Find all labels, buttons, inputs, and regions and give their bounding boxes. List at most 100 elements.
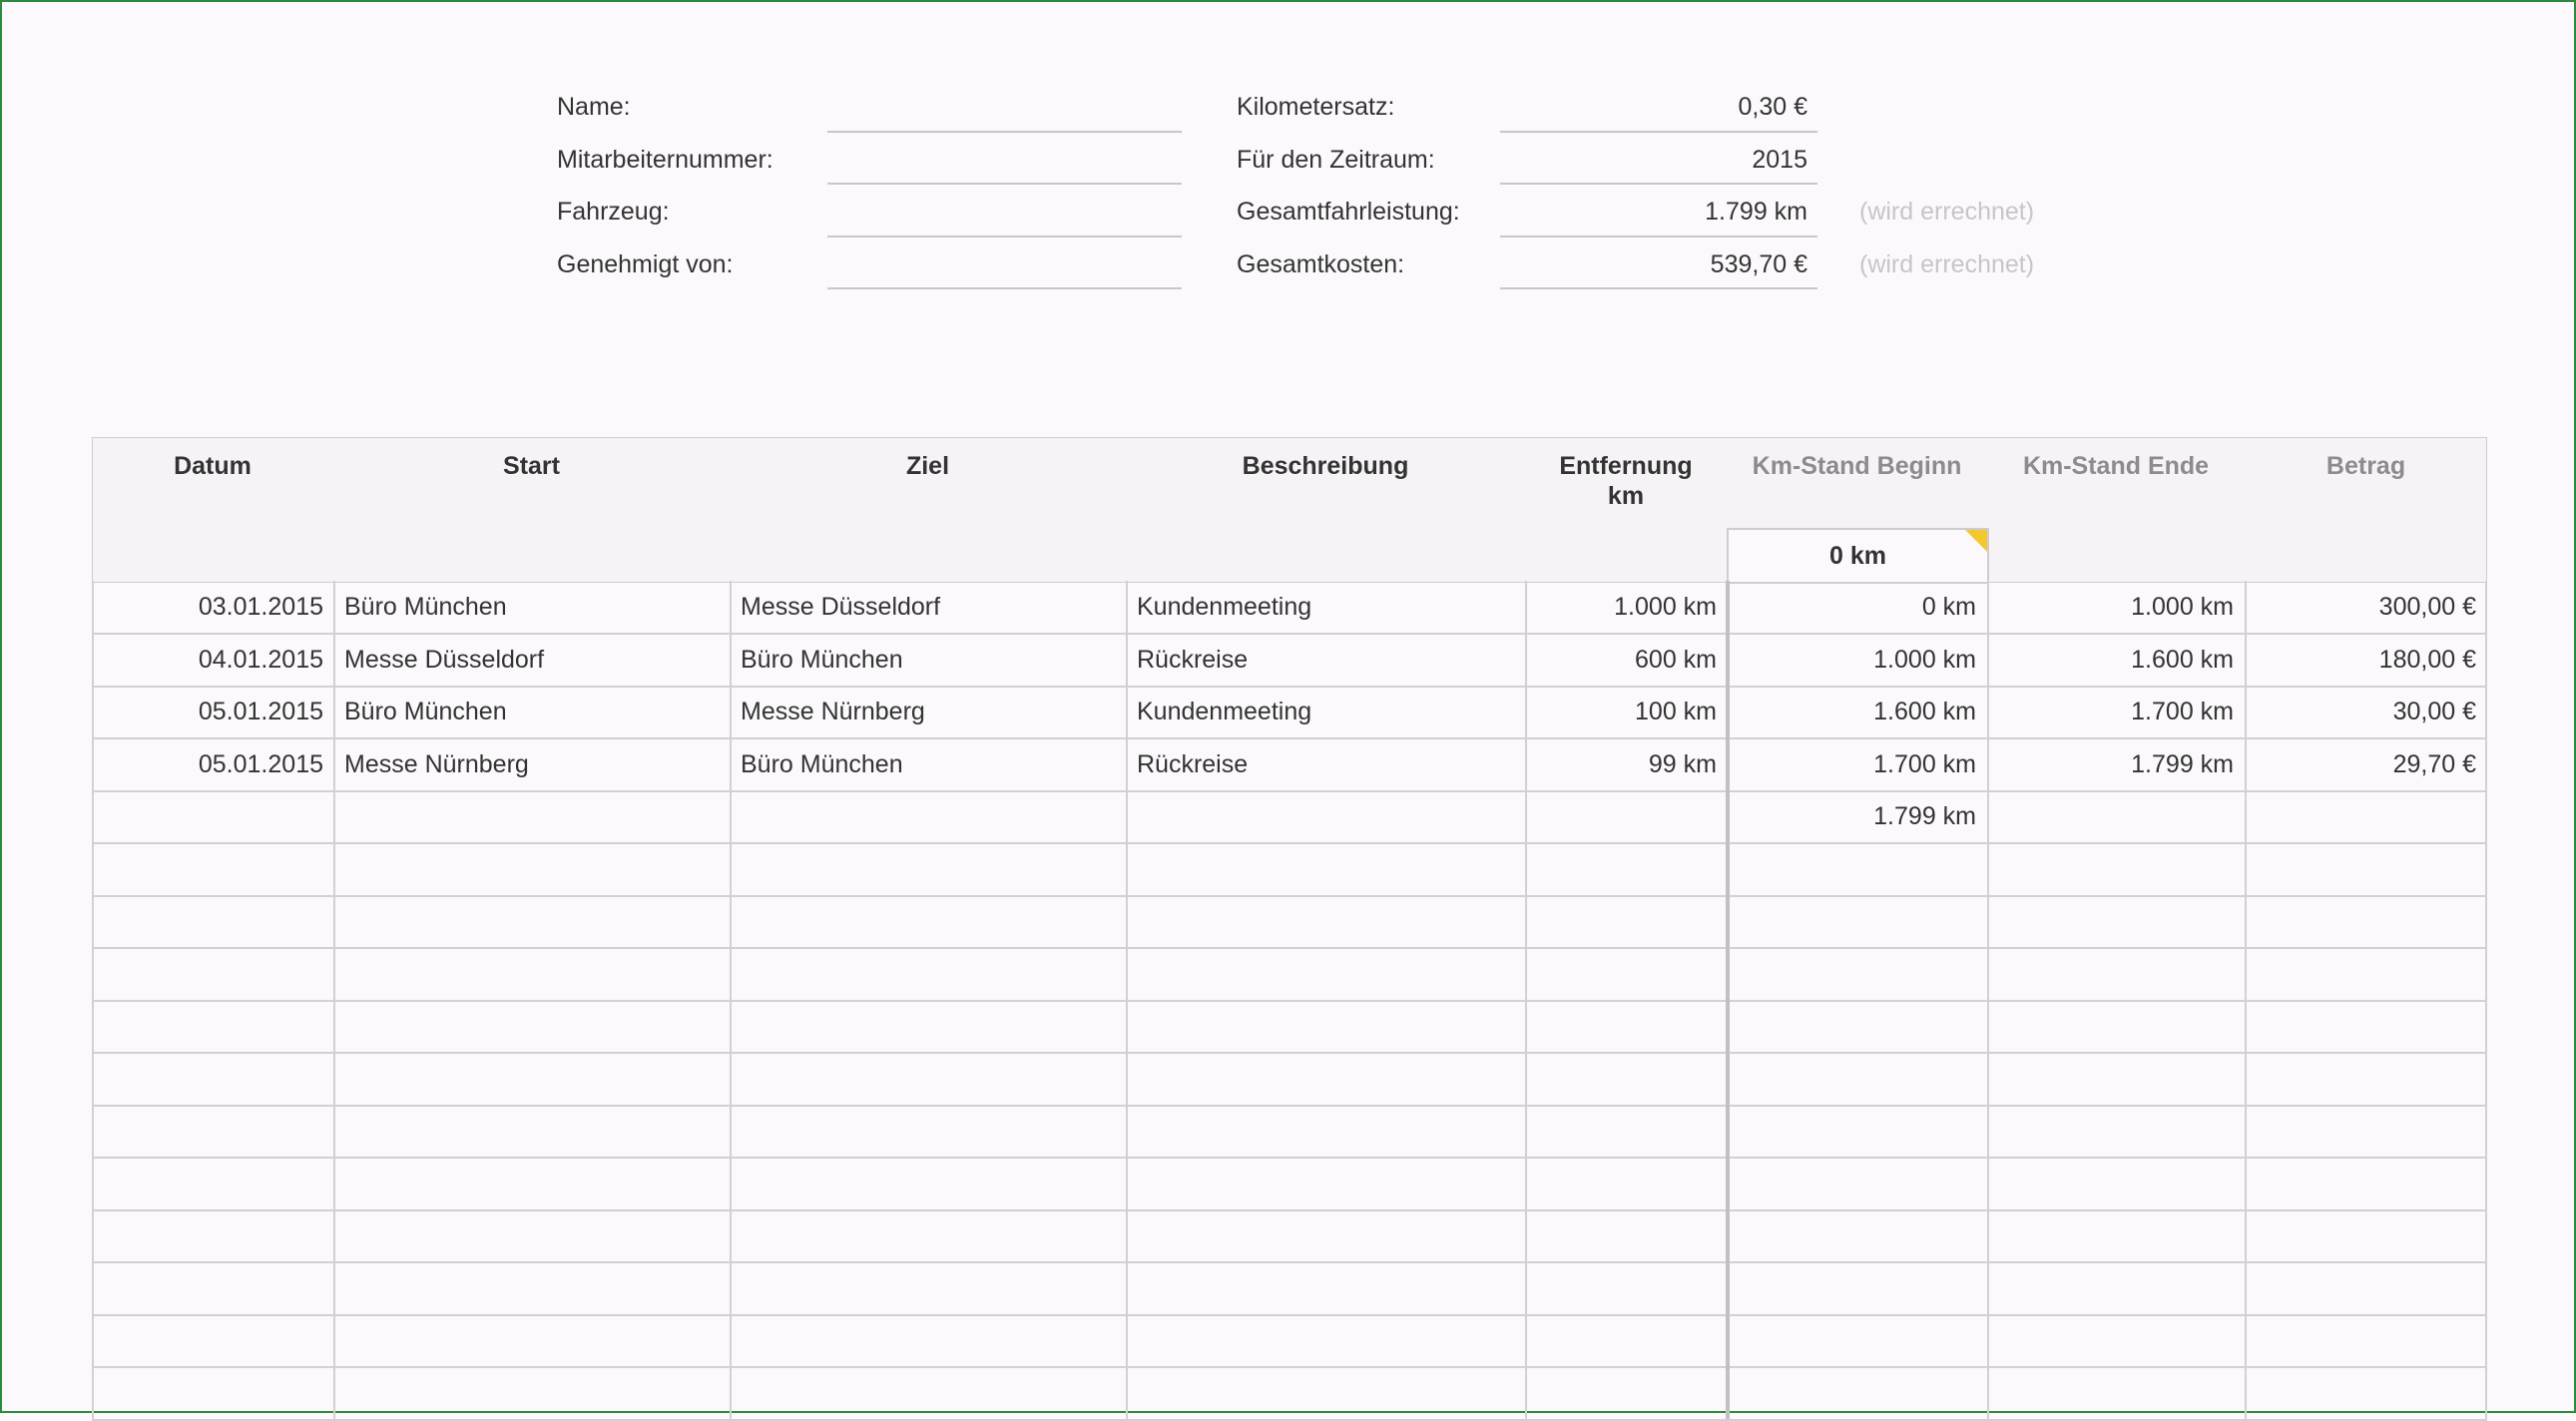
cell-datum[interactable] bbox=[92, 1209, 333, 1261]
cell-start[interactable] bbox=[333, 895, 730, 947]
cell-km-ende[interactable] bbox=[1987, 1105, 2245, 1157]
cell-ziel[interactable] bbox=[730, 843, 1126, 895]
cell-betrag[interactable]: 30,00 € bbox=[2245, 686, 2487, 737]
cell-betrag[interactable] bbox=[2245, 790, 2487, 842]
cell-start[interactable] bbox=[333, 1262, 730, 1314]
cell-entfernung[interactable]: 99 km bbox=[1525, 738, 1727, 790]
cell-betrag[interactable] bbox=[2245, 948, 2487, 1000]
cell-ziel[interactable]: Büro München bbox=[730, 634, 1126, 686]
approved-by-field[interactable] bbox=[827, 287, 1182, 289]
cell-datum[interactable]: 05.01.2015 bbox=[92, 686, 333, 737]
cell-betrag[interactable] bbox=[2245, 1262, 2487, 1314]
cell-ziel[interactable]: Messe Nürnberg bbox=[730, 686, 1126, 737]
cell-start[interactable] bbox=[333, 1000, 730, 1052]
cell-ziel[interactable] bbox=[730, 1105, 1126, 1157]
cell-betrag[interactable] bbox=[2245, 895, 2487, 947]
cell-beschreibung[interactable] bbox=[1126, 1314, 1525, 1366]
cell-start[interactable] bbox=[333, 843, 730, 895]
cell-entfernung[interactable] bbox=[1525, 843, 1727, 895]
cell-km-ende[interactable] bbox=[1987, 948, 2245, 1000]
cell-entfernung[interactable] bbox=[1525, 1314, 1727, 1366]
cell-entfernung[interactable] bbox=[1525, 1262, 1727, 1314]
cell-datum[interactable] bbox=[92, 948, 333, 1000]
cell-betrag[interactable] bbox=[2245, 1314, 2487, 1366]
cell-start[interactable] bbox=[333, 1367, 730, 1419]
cell-km-beginn[interactable]: 0 km bbox=[1727, 581, 1987, 633]
cell-betrag[interactable] bbox=[2245, 1209, 2487, 1261]
cell-entfernung[interactable] bbox=[1525, 1367, 1727, 1419]
cell-datum[interactable] bbox=[92, 1367, 333, 1419]
cell-km-ende[interactable]: 1.700 km bbox=[1987, 686, 2245, 737]
cell-ziel[interactable] bbox=[730, 1209, 1126, 1261]
cell-ziel[interactable] bbox=[730, 1000, 1126, 1052]
cell-km-beginn[interactable] bbox=[1727, 1262, 1987, 1314]
cell-km-ende[interactable] bbox=[1987, 1053, 2245, 1105]
cell-ziel[interactable] bbox=[730, 1158, 1126, 1209]
cell-start[interactable]: Messe Nürnberg bbox=[333, 738, 730, 790]
cell-betrag[interactable]: 300,00 € bbox=[2245, 581, 2487, 633]
cell-entfernung[interactable] bbox=[1525, 895, 1727, 947]
cell-datum[interactable] bbox=[92, 1314, 333, 1366]
cell-betrag[interactable] bbox=[2245, 1158, 2487, 1209]
cell-start[interactable] bbox=[333, 1053, 730, 1105]
cell-ziel[interactable] bbox=[730, 948, 1126, 1000]
cell-km-beginn[interactable] bbox=[1727, 1209, 1987, 1261]
cell-entfernung[interactable]: 100 km bbox=[1525, 686, 1727, 737]
cell-betrag[interactable]: 29,70 € bbox=[2245, 738, 2487, 790]
cell-beschreibung[interactable] bbox=[1126, 790, 1525, 842]
cell-km-beginn[interactable] bbox=[1727, 1105, 1987, 1157]
cell-datum[interactable] bbox=[92, 1053, 333, 1105]
cell-datum[interactable] bbox=[92, 1000, 333, 1052]
cell-km-ende[interactable] bbox=[1987, 843, 2245, 895]
cell-beschreibung[interactable]: Rückreise bbox=[1126, 634, 1525, 686]
cell-datum[interactable] bbox=[92, 790, 333, 842]
km-rate-value[interactable]: 0,30 € bbox=[1500, 93, 1807, 122]
cell-start[interactable]: Büro München bbox=[333, 686, 730, 737]
cell-km-ende[interactable]: 1.000 km bbox=[1987, 581, 2245, 633]
cell-beschreibung[interactable] bbox=[1126, 895, 1525, 947]
cell-km-beginn[interactable] bbox=[1727, 1367, 1987, 1419]
cell-km-ende[interactable] bbox=[1987, 895, 2245, 947]
cell-beschreibung[interactable]: Rückreise bbox=[1126, 738, 1525, 790]
cell-ziel[interactable]: Büro München bbox=[730, 738, 1126, 790]
cell-ziel[interactable] bbox=[730, 1262, 1126, 1314]
cell-betrag[interactable] bbox=[2245, 843, 2487, 895]
cell-entfernung[interactable] bbox=[1525, 1209, 1727, 1261]
cell-entfernung[interactable]: 600 km bbox=[1525, 634, 1727, 686]
cell-beschreibung[interactable] bbox=[1126, 1053, 1525, 1105]
cell-ziel[interactable] bbox=[730, 1314, 1126, 1366]
cell-start[interactable] bbox=[333, 948, 730, 1000]
cell-km-beginn[interactable] bbox=[1727, 895, 1987, 947]
cell-start[interactable] bbox=[333, 1209, 730, 1261]
cell-betrag[interactable] bbox=[2245, 1053, 2487, 1105]
cell-ziel[interactable] bbox=[730, 1053, 1126, 1105]
cell-datum[interactable] bbox=[92, 895, 333, 947]
cell-beschreibung[interactable] bbox=[1126, 1105, 1525, 1157]
cell-km-beginn[interactable] bbox=[1727, 1314, 1987, 1366]
cell-entfernung[interactable] bbox=[1525, 1053, 1727, 1105]
cell-betrag[interactable] bbox=[2245, 1105, 2487, 1157]
cell-km-beginn[interactable] bbox=[1727, 1053, 1987, 1105]
cell-km-ende[interactable] bbox=[1987, 1158, 2245, 1209]
cell-datum[interactable]: 05.01.2015 bbox=[92, 738, 333, 790]
cell-km-ende[interactable]: 1.600 km bbox=[1987, 634, 2245, 686]
cell-datum[interactable] bbox=[92, 843, 333, 895]
cell-km-beginn[interactable]: 1.799 km bbox=[1727, 790, 1987, 842]
cell-ziel[interactable] bbox=[730, 895, 1126, 947]
cell-km-beginn[interactable] bbox=[1727, 843, 1987, 895]
cell-km-beginn[interactable] bbox=[1727, 1000, 1987, 1052]
name-field[interactable] bbox=[827, 131, 1182, 133]
vehicle-field[interactable] bbox=[827, 236, 1182, 237]
cell-beschreibung[interactable] bbox=[1126, 1158, 1525, 1209]
cell-entfernung[interactable] bbox=[1525, 1000, 1727, 1052]
cell-entfernung[interactable] bbox=[1525, 790, 1727, 842]
cell-entfernung[interactable] bbox=[1525, 948, 1727, 1000]
cell-km-ende[interactable]: 1.799 km bbox=[1987, 738, 2245, 790]
cell-entfernung[interactable]: 1.000 km bbox=[1525, 581, 1727, 633]
cell-km-beginn[interactable]: 1.000 km bbox=[1727, 634, 1987, 686]
cell-beschreibung[interactable] bbox=[1126, 1262, 1525, 1314]
cell-datum[interactable]: 04.01.2015 bbox=[92, 634, 333, 686]
cell-start[interactable] bbox=[333, 1105, 730, 1157]
cell-datum[interactable] bbox=[92, 1105, 333, 1157]
cell-start[interactable] bbox=[333, 1314, 730, 1366]
